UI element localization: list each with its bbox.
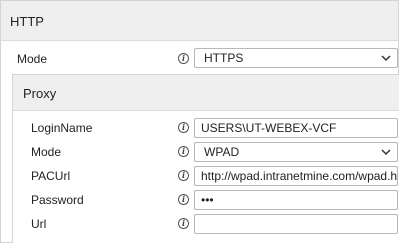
http-section-header: HTTP bbox=[1, 1, 398, 41]
info-icon[interactable]: i bbox=[178, 146, 189, 157]
info-icon[interactable]: i bbox=[178, 122, 189, 133]
info-icon[interactable]: i bbox=[178, 53, 189, 64]
proxy-mode-label: Mode bbox=[31, 145, 62, 159]
http-mode-value: HTTPS bbox=[204, 51, 244, 65]
password-field[interactable]: ••• bbox=[194, 190, 398, 210]
url-label: Url bbox=[31, 217, 47, 231]
password-label: Password bbox=[31, 193, 84, 207]
proxy-section-title: Proxy bbox=[23, 86, 57, 101]
pac-url-field[interactable]: http://wpad.intranetmine.com/wpad.htm bbox=[194, 166, 398, 186]
pac-url-label: PACUrl bbox=[31, 169, 71, 183]
password-value: ••• bbox=[201, 193, 214, 207]
proxy-mode-select[interactable]: WPAD bbox=[194, 142, 398, 162]
login-name-value: USERS\UT-WEBEX-VCF bbox=[201, 121, 337, 135]
info-icon[interactable]: i bbox=[178, 218, 189, 229]
settings-panel: HTTP Mode i HTTPS Proxy LoginName i USER… bbox=[0, 0, 399, 243]
url-field[interactable] bbox=[194, 214, 398, 234]
chevron-down-icon bbox=[381, 55, 391, 62]
http-mode-select[interactable]: HTTPS bbox=[194, 48, 398, 68]
info-icon[interactable]: i bbox=[178, 170, 189, 181]
chevron-down-icon bbox=[381, 149, 391, 156]
login-name-label: LoginName bbox=[31, 121, 93, 135]
login-name-field[interactable]: USERS\UT-WEBEX-VCF bbox=[194, 118, 398, 138]
info-icon[interactable]: i bbox=[178, 194, 189, 205]
http-section-title: HTTP bbox=[10, 14, 44, 29]
proxy-mode-value: WPAD bbox=[204, 145, 240, 159]
proxy-section-header: Proxy bbox=[13, 75, 399, 111]
http-mode-label: Mode bbox=[17, 52, 48, 66]
pac-url-value: http://wpad.intranetmine.com/wpad.htm bbox=[201, 169, 398, 183]
